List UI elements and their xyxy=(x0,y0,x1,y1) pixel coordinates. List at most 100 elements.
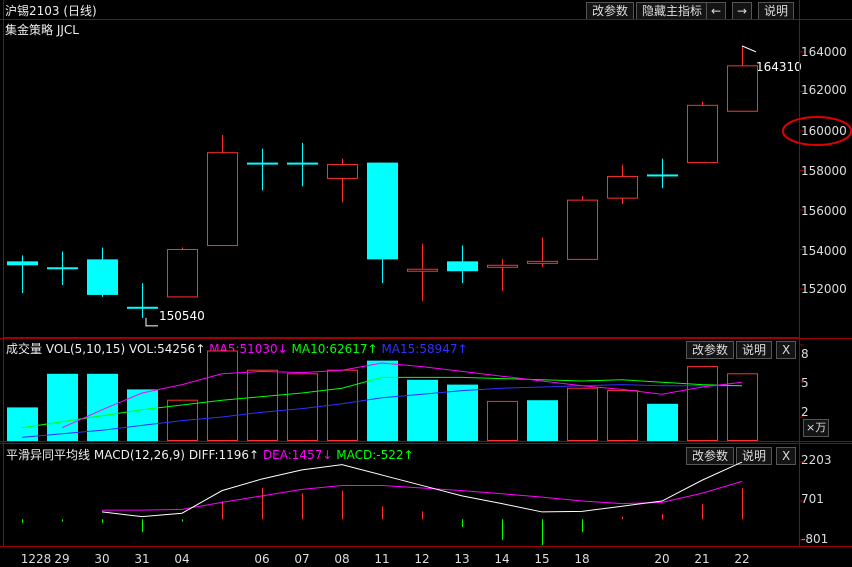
macd-help-button[interactable]: 说明 xyxy=(736,447,773,465)
candle-body xyxy=(567,199,598,260)
candle-body xyxy=(367,162,398,260)
candle-body xyxy=(127,306,158,309)
volume-indicator-label: VOL(5,10,15) xyxy=(45,342,126,356)
high-annotation-line xyxy=(741,45,757,53)
x-axis-label: 18 xyxy=(574,552,589,566)
candle-body xyxy=(527,260,558,264)
volume-bar xyxy=(47,373,78,441)
macd-axis-label: -801 xyxy=(801,532,829,546)
x-axis-label: 04 xyxy=(174,552,189,566)
low-annotation-line xyxy=(145,317,158,327)
volume-bar xyxy=(327,369,358,442)
volume-help-button[interactable]: 说明 xyxy=(736,341,773,359)
candle-body xyxy=(247,162,278,165)
x-axis-label: 06 xyxy=(254,552,269,566)
next-arrow-icon[interactable]: → xyxy=(732,2,753,20)
macd-indicator-label: MACD(12,26,9) xyxy=(93,448,185,462)
x-axis-label: 11 xyxy=(374,552,389,566)
candle-body xyxy=(607,175,638,199)
volume-bar xyxy=(447,384,478,441)
x-axis-label: 30 xyxy=(94,552,109,566)
x-axis-label: 07 xyxy=(294,552,309,566)
volume-bar xyxy=(287,373,318,441)
prev-arrow-icon[interactable]: ← xyxy=(706,2,727,20)
macd-dea-line xyxy=(102,480,743,511)
price-axis-label: 160000 xyxy=(801,124,847,138)
volume-bar xyxy=(247,369,278,442)
volume-bar xyxy=(87,373,118,441)
page-title: 沪锡2103 (日线) xyxy=(5,4,97,18)
macd-params-button[interactable]: 改参数 xyxy=(686,447,735,465)
candle-body xyxy=(7,261,38,266)
volume-bar xyxy=(647,403,678,441)
candle-body xyxy=(727,65,758,112)
volume-axis-label: 5 xyxy=(801,376,809,390)
volume-bar xyxy=(207,350,238,441)
price-axis-label: 164000 xyxy=(801,45,847,59)
x-axis-label: 13 xyxy=(454,552,469,566)
high-price-annotation: 164310 xyxy=(756,60,802,74)
volume-bar xyxy=(687,366,718,442)
x-axis-label: 12 xyxy=(414,552,429,566)
kline-chart[interactable]: 1228 29 30 31 04 06 07 08 11 12 13 14 15 18 20 21 22 xyxy=(0,0,852,567)
candle-body xyxy=(167,249,198,298)
help-button[interactable]: 说明 xyxy=(758,2,795,20)
x-axis-label: 21 xyxy=(694,552,709,566)
volume-ma15: MA15:58947↑ xyxy=(381,342,468,356)
macd-dea: DEA:1457↓ xyxy=(262,448,333,462)
candle-body xyxy=(487,264,518,268)
macd-diff: DIFF:1196↑ xyxy=(188,448,260,462)
volume-ma10: MA10:62617↑ xyxy=(291,342,378,356)
volume-bar xyxy=(407,379,438,441)
volume-bar xyxy=(7,407,38,441)
volume-panel-name: 成交量 xyxy=(6,342,43,356)
x-axis-label: 14 xyxy=(494,552,509,566)
x-axis-label: 29 xyxy=(54,552,69,566)
price-axis-label: 158000 xyxy=(801,164,847,178)
candle-body xyxy=(287,162,318,165)
main-chart-frame xyxy=(3,19,800,338)
volume-ma15-line xyxy=(21,384,742,438)
volume-bar xyxy=(167,399,198,442)
volume-bar xyxy=(607,390,638,442)
candle-body xyxy=(647,174,678,177)
volume-axis-label: 8 xyxy=(801,347,809,361)
x-axis-label: 15 xyxy=(534,552,549,566)
params-button[interactable]: 改参数 xyxy=(586,2,635,20)
macd-panel-header: 平滑异同平均线 MACD(12,26,9) DIFF:1196↑ DEA:145… xyxy=(6,446,414,463)
volume-ma5: MA5:51030↓ xyxy=(209,342,288,356)
candle-body xyxy=(207,152,238,247)
volume-unit-button[interactable]: ×万 xyxy=(803,419,830,437)
volume-bar xyxy=(527,400,558,441)
macd-value: MACD:-522↑ xyxy=(336,448,414,462)
macd-axis-label: 701 xyxy=(801,492,824,506)
macd-diff-line xyxy=(101,461,743,518)
price-axis-label: 162000 xyxy=(801,83,847,97)
hide-indicator-button[interactable]: 隐藏主指标 xyxy=(636,2,709,20)
price-axis-label: 152000 xyxy=(801,282,847,296)
volume-bar xyxy=(727,373,758,441)
volume-axis-label: 2 xyxy=(801,405,809,419)
volume-ma10-line xyxy=(21,376,743,429)
low-price-annotation: 150540 xyxy=(159,309,205,323)
volume-params-button[interactable]: 改参数 xyxy=(686,341,735,359)
candle-body xyxy=(447,261,478,272)
candle-body xyxy=(327,164,358,179)
volume-ma5-line xyxy=(61,362,743,429)
volume-close-button[interactable]: X xyxy=(776,341,797,359)
macd-panel-name: 平滑异同平均线 xyxy=(6,448,91,462)
candle-body xyxy=(47,267,78,270)
macd-close-button[interactable]: X xyxy=(776,447,797,465)
volume-bar xyxy=(127,389,158,441)
volume-bar xyxy=(567,387,598,442)
x-axis-label: 20 xyxy=(654,552,669,566)
strategy-label: 集金策略 JJCL xyxy=(5,23,79,37)
price-axis-label: 154000 xyxy=(801,244,847,258)
volume-bar xyxy=(367,360,398,441)
candle-body xyxy=(687,104,718,164)
candle-body xyxy=(87,259,118,295)
macd-axis-label: 2203 xyxy=(801,453,832,467)
x-axis-label: 31 xyxy=(134,552,149,566)
x-axis-label: 22 xyxy=(734,552,749,566)
x-axis-label: 1228 xyxy=(21,552,52,566)
